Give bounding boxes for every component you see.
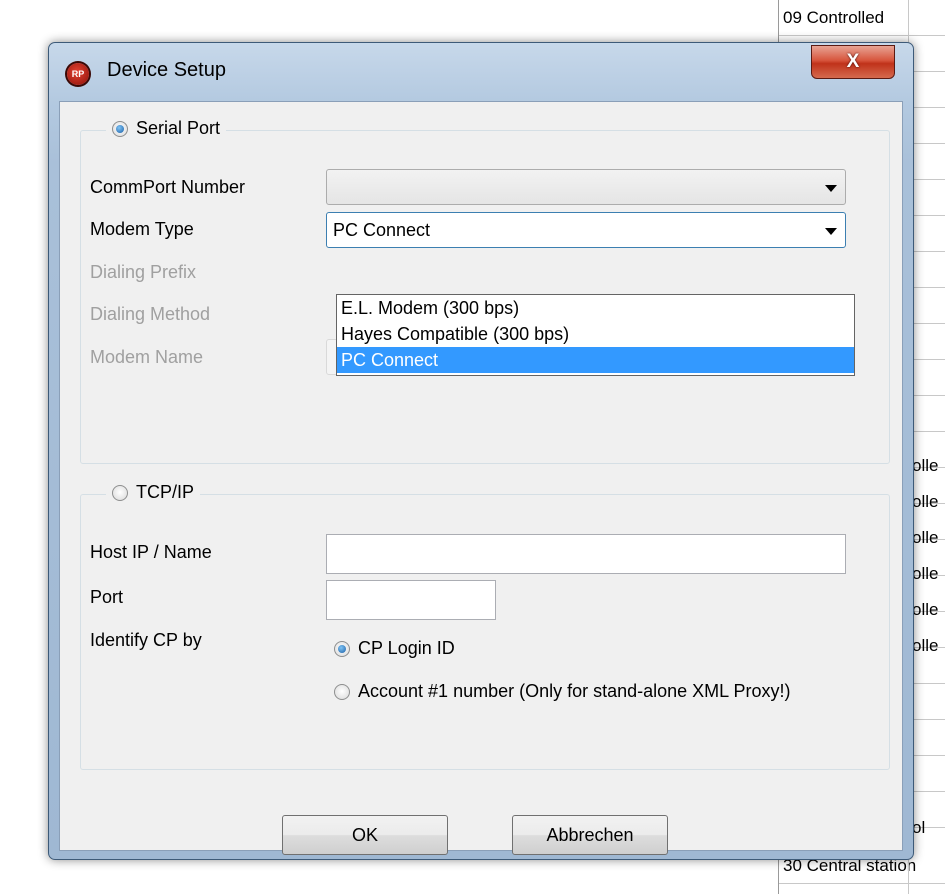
serial-port-radio[interactable]: Serial Port — [106, 118, 227, 139]
host-input[interactable] — [326, 534, 846, 574]
tcpip-radio[interactable]: TCP/IP — [106, 482, 201, 503]
chevron-down-icon — [825, 185, 837, 192]
commport-dropdown[interactable] — [326, 169, 846, 205]
port-input[interactable] — [326, 580, 496, 620]
account-number-radio[interactable]: Account #1 number (Only for stand-alone … — [334, 681, 791, 702]
title-bar[interactable]: RP Device Setup X — [49, 43, 913, 101]
device-setup-dialog: RP Device Setup X Serial Port CommPort N… — [48, 42, 914, 860]
modem-type-option[interactable]: E.L. Modem (300 bps) — [337, 295, 854, 321]
serial-port-label: Serial Port — [136, 118, 221, 138]
cell-fragment: olle — [912, 636, 939, 655]
host-label: Host IP / Name — [90, 542, 212, 562]
tcpip-label: TCP/IP — [136, 482, 195, 502]
modem-type-value: PC Connect — [333, 220, 431, 240]
radio-icon — [334, 683, 350, 700]
app-logo-icon: RP — [67, 63, 89, 85]
dialog-content: Serial Port CommPort Number Modem Type P… — [59, 101, 903, 855]
modem-type-option[interactable]: Hayes Compatible (300 bps) — [337, 321, 854, 347]
modem-name-label: Modem Name — [90, 347, 204, 367]
identify-label: Identify CP by — [90, 630, 202, 650]
cell-fragment: olle — [912, 600, 939, 619]
modem-type-option[interactable]: PC Connect — [337, 347, 854, 373]
cell-fragment: olle — [912, 492, 939, 511]
modem-type-label: Modem Type — [90, 219, 194, 239]
modem-type-dropdown[interactable]: PC Connect — [326, 212, 846, 248]
cp-login-id-radio[interactable]: CP Login ID — [334, 638, 455, 659]
list-item[interactable]: 09 Controlled — [779, 0, 945, 36]
close-button[interactable]: X — [811, 45, 895, 79]
radio-icon — [112, 120, 128, 137]
radio-icon — [112, 484, 128, 501]
close-icon: X — [846, 51, 860, 72]
cp-login-id-label: CP Login ID — [358, 638, 455, 658]
account-number-label: Account #1 number (Only for stand-alone … — [358, 681, 791, 701]
commport-label: CommPort Number — [90, 177, 246, 197]
cancel-button[interactable]: Abbrechen — [512, 815, 668, 855]
dialing-prefix-label: Dialing Prefix — [90, 262, 197, 282]
cell-fragment: olle — [912, 528, 939, 547]
chevron-down-icon — [825, 228, 837, 235]
port-label: Port — [90, 587, 124, 607]
cell-fragment: olle — [912, 564, 939, 583]
radio-icon — [334, 640, 350, 657]
dialog-title: Device Setup — [107, 59, 226, 81]
cell-fragment: olle — [912, 456, 939, 475]
dialing-method-label: Dialing Method — [90, 304, 211, 324]
ok-button[interactable]: OK — [282, 815, 448, 855]
modem-type-options-list: E.L. Modem (300 bps) Hayes Compatible (3… — [336, 294, 855, 376]
